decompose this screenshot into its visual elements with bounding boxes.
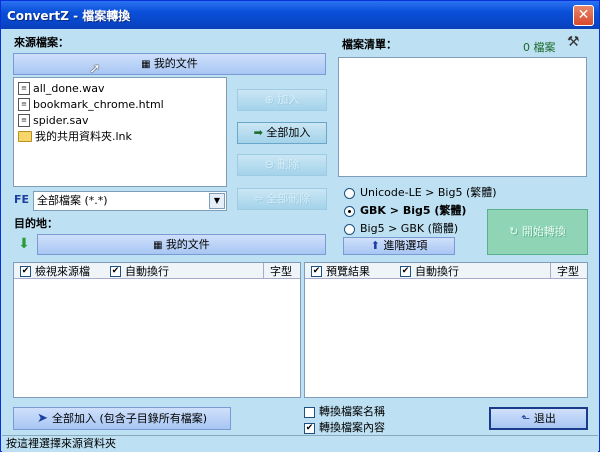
add-all-subfolders-button[interactable]: ➤ 全部加入 (包含子目錄所有檔案) xyxy=(13,407,231,430)
close-button[interactable]: ✕ xyxy=(573,5,594,26)
file-name: all_done.wav xyxy=(33,81,105,95)
right-font-button[interactable]: 字型 xyxy=(550,262,579,279)
convert-name-label: 轉換檔案名稱 xyxy=(319,405,385,418)
filter-badge: FE xyxy=(14,193,30,206)
add-label: 加入 xyxy=(277,93,300,106)
source-label: 來源檔案： xyxy=(14,36,69,49)
exit-icon: ⬑ xyxy=(521,412,534,425)
right-wordwrap-checkbox[interactable]: ✔ 自動換行 xyxy=(400,263,459,279)
cursor-icon: ➚ xyxy=(89,61,101,77)
arrow-down-icon[interactable]: ⬇ xyxy=(14,234,34,254)
folder-tree-icon: ▦ xyxy=(153,240,166,251)
source-preview-header: ✔ 檢視來源檔 ✔ 自動換行 字型 xyxy=(14,262,300,279)
exit-button[interactable]: ⬑ 退出 xyxy=(489,407,588,430)
source-folder-label: 我的文件 xyxy=(153,57,198,70)
conversion-file-list[interactable] xyxy=(338,57,587,177)
file-name: 我的共用資料夾.lnk xyxy=(35,130,132,143)
file-icon: ≡ xyxy=(18,97,30,111)
checkbox-icon xyxy=(304,406,315,418)
radio-icon xyxy=(344,205,355,217)
dest-label: 目的地： xyxy=(14,217,58,230)
preview-label: 預覽結果 xyxy=(326,264,370,278)
add-all-button[interactable]: ➡ 全部加入 xyxy=(237,122,327,144)
source-file-list[interactable]: ≡ all_done.wav ≡ bookmark_chrome.html ≡ spi… xyxy=(13,77,227,187)
folder-tree-icon: ▦ xyxy=(141,59,154,70)
view-source-checkbox[interactable]: ✔ 檢視來源檔 xyxy=(20,263,90,279)
filter-value: 全部檔案 (*.*) xyxy=(37,194,108,207)
file-list-label: 檔案清單： xyxy=(342,38,397,51)
toolbox-icon[interactable]: ⚒ xyxy=(567,34,587,52)
encoding-label: GBK > Big5 (繁體) xyxy=(360,204,467,217)
list-item[interactable]: ≡ bookmark_chrome.html xyxy=(18,96,164,112)
source-folder-button[interactable]: ▦ 我的文件 xyxy=(13,53,326,75)
checkbox-icon: ✔ xyxy=(311,266,322,277)
encoding-option-unicode[interactable]: Unicode-LE > Big5 (繁體) xyxy=(344,184,497,200)
checkbox-icon: ✔ xyxy=(400,266,411,277)
right-wordwrap-label: 自動換行 xyxy=(415,264,459,278)
checkbox-icon: ✔ xyxy=(110,266,121,277)
remove-icon: ⊖ xyxy=(264,158,278,171)
status-bar: 按這裡選擇來源資料夾 xyxy=(2,435,598,452)
advanced-label: 進階選項 xyxy=(383,239,428,252)
view-source-label: 檢視來源檔 xyxy=(35,264,90,278)
file-icon: ≡ xyxy=(18,113,30,127)
chevron-down-icon[interactable]: ▼ xyxy=(209,193,225,209)
radio-icon xyxy=(344,187,355,199)
convert-content-label: 轉換檔案內容 xyxy=(319,421,385,434)
file-count: 0 檔案 xyxy=(523,41,556,54)
advanced-options-button[interactable]: ⬆ 進階選項 xyxy=(343,237,455,255)
convert-content-checkbox[interactable]: ✔ 轉換檔案內容 xyxy=(304,419,385,435)
remove-all-label: 全部刪除 xyxy=(266,192,311,205)
arrow-right-icon: ➡ xyxy=(253,126,267,139)
convert-name-checkbox[interactable]: 轉換檔案名稱 xyxy=(304,403,385,419)
remove-label: 刪除 xyxy=(277,158,300,171)
add-all-sub-label: 全部加入 (包含子目錄所有檔案) xyxy=(51,412,208,425)
arrow-right-icon: ➤ xyxy=(36,411,52,426)
add-button[interactable]: ⊕ 加入 xyxy=(237,89,327,111)
start-label: 開始轉換 xyxy=(521,225,566,238)
radio-icon xyxy=(344,223,355,235)
add-icon: ⊕ xyxy=(264,93,278,106)
list-item[interactable]: ≡ all_done.wav xyxy=(18,80,105,96)
add-all-label: 全部加入 xyxy=(266,126,311,139)
file-name: spider.sav xyxy=(33,113,89,127)
remove-button[interactable]: ⊖ 刪除 xyxy=(237,154,327,176)
encoding-option-gbk[interactable]: GBK > Big5 (繁體) xyxy=(344,202,466,218)
preview-checkbox[interactable]: ✔ 預覽結果 xyxy=(311,263,370,279)
list-item[interactable]: 我的共用資料夾.lnk xyxy=(18,128,132,144)
folder-icon xyxy=(18,130,32,142)
convert-icon: ↻ xyxy=(509,225,522,238)
encoding-option-big5[interactable]: Big5 > GBK (簡體) xyxy=(344,220,458,236)
left-wordwrap-checkbox[interactable]: ✔ 自動換行 xyxy=(110,263,169,279)
left-font-button[interactable]: 字型 xyxy=(263,262,292,279)
encoding-label: Unicode-LE > Big5 (繁體) xyxy=(360,186,497,199)
arrow-up-icon: ⬆ xyxy=(370,239,384,252)
source-preview-panel[interactable]: ✔ 檢視來源檔 ✔ 自動換行 字型 xyxy=(13,262,301,398)
exit-label: 退出 xyxy=(533,412,556,425)
window-title: ConvertZ - 檔案轉換 xyxy=(7,9,131,23)
arrow-left-icon: ⇦ xyxy=(253,192,267,205)
checkbox-icon: ✔ xyxy=(20,266,31,277)
app-window: ConvertZ - 檔案轉換 ✕ 來源檔案： ▦ 我的文件 ≡ all_done… xyxy=(0,0,600,452)
title-bar[interactable]: ConvertZ - 檔案轉換 ✕ xyxy=(1,1,599,29)
checkbox-icon: ✔ xyxy=(304,422,315,434)
dest-folder-button[interactable]: ▦ 我的文件 xyxy=(37,234,326,255)
encoding-label: Big5 > GBK (簡體) xyxy=(360,222,459,235)
result-preview-header: ✔ 預覽結果 ✔ 自動換行 字型 xyxy=(305,262,587,279)
dest-folder-label: 我的文件 xyxy=(165,238,210,251)
left-wordwrap-label: 自動換行 xyxy=(125,264,169,278)
file-icon: ≡ xyxy=(18,81,30,95)
file-filter-select[interactable]: 全部檔案 (*.*) ▼ xyxy=(33,191,227,211)
remove-all-button[interactable]: ⇦ 全部刪除 xyxy=(237,188,327,210)
file-name: bookmark_chrome.html xyxy=(33,97,164,111)
list-item[interactable]: ≡ spider.sav xyxy=(18,112,89,128)
result-preview-panel[interactable]: ✔ 預覽結果 ✔ 自動換行 字型 xyxy=(304,262,588,398)
start-convert-button[interactable]: ↻ 開始轉換 xyxy=(487,209,588,255)
